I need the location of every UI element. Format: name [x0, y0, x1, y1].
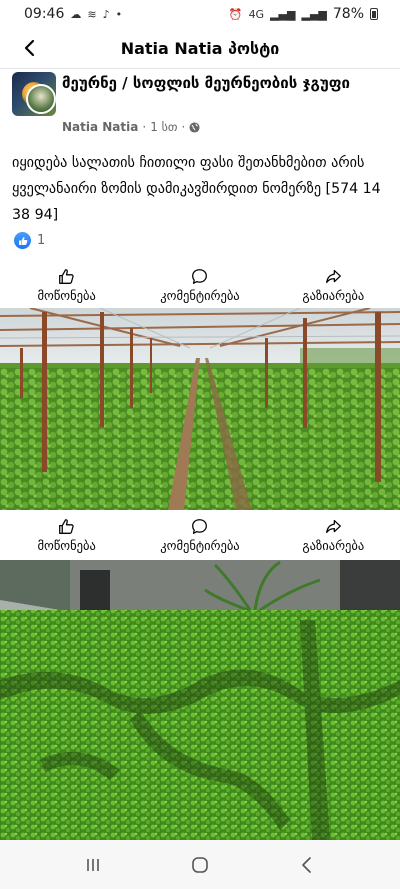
- nav-back-button[interactable]: [277, 845, 337, 885]
- like-reaction-icon: [14, 232, 31, 249]
- globe-icon: [189, 121, 200, 133]
- group-name-link[interactable]: მეურნე / სოფლის მეურნეობის ჯგუფი: [62, 72, 362, 94]
- recent-apps-icon: [87, 858, 100, 871]
- home-button[interactable]: [170, 845, 230, 885]
- comment-label: კომენტირება: [160, 287, 240, 303]
- notification-dot-icon: •: [115, 7, 123, 21]
- post-body-text: იყიდება სალათის ჩითილი ფასი შეთანხმებით …: [12, 155, 381, 223]
- meta-separator-2: ·: [181, 120, 186, 134]
- app-header: Natia Natia პოსტი: [0, 28, 400, 68]
- like-label: მოწონება: [37, 287, 96, 303]
- like-button[interactable]: მოწონება: [2, 262, 132, 308]
- photo-share-label: გაზიარება: [302, 537, 365, 553]
- photo-like-button[interactable]: მოწონება: [2, 512, 132, 558]
- cloud-icon: ☁: [70, 7, 82, 21]
- share-arrow-icon: [325, 519, 341, 533]
- post-photo-greenhouse[interactable]: [0, 308, 400, 510]
- post-meta: Natia Natia · 1 სთ ·: [62, 120, 200, 134]
- page-title: Natia Natia პოსტი: [120, 38, 280, 58]
- author-avatar[interactable]: [26, 84, 56, 114]
- home-icon: [192, 856, 208, 873]
- reaction-summary[interactable]: 1: [14, 232, 45, 249]
- photo-comment-label: კომენტირება: [160, 537, 240, 553]
- header-divider: [0, 68, 400, 69]
- thumbs-up-icon: [59, 268, 74, 284]
- author-name-link[interactable]: Natia Natia: [62, 120, 138, 134]
- photo-share-button[interactable]: გაზიარება: [268, 512, 398, 558]
- post-time[interactable]: 1 სთ: [150, 120, 177, 134]
- comment-bubble-icon: [192, 268, 208, 284]
- back-button[interactable]: [14, 32, 46, 64]
- post-header: მეურნე / სოფლის მეურნეობის ჯგუფი Natia N…: [12, 72, 392, 142]
- wifi-calling-icon: ≋: [87, 7, 97, 21]
- comment-bubble-icon: [192, 518, 208, 534]
- signal-icon: ▂▄▆: [270, 7, 296, 21]
- battery-icon: [370, 8, 378, 20]
- photo-like-label: მოწონება: [37, 537, 96, 553]
- photo-comment-button[interactable]: კომენტირება: [135, 512, 265, 558]
- status-bar: 09:46 ☁ ≋ ♪ • ⏰ 4G ▂▄▆ ▂▄▆ 78%: [0, 0, 400, 28]
- share-label: გაზიარება: [302, 287, 365, 303]
- system-nav-bar: [0, 840, 400, 889]
- nav-back-icon: [301, 856, 311, 873]
- share-button[interactable]: გაზიარება: [268, 262, 398, 308]
- meta-separator: ·: [142, 120, 147, 134]
- share-arrow-icon: [325, 269, 341, 283]
- back-arrow-icon: [24, 39, 35, 57]
- photo-action-bar: მოწონება კომენტირება გაზიარება: [0, 512, 400, 558]
- tiktok-icon: ♪: [102, 7, 110, 21]
- post-photo-seedlings[interactable]: [0, 560, 400, 840]
- alarm-icon: ⏰: [228, 7, 243, 21]
- post-action-bar: მოწონება კომენტირება გაზიარება: [0, 262, 400, 308]
- recent-apps-button[interactable]: [63, 845, 123, 885]
- status-time: 09:46: [24, 6, 65, 22]
- network-type: 4G: [248, 7, 265, 21]
- signal-icon-2: ▂▄▆: [301, 7, 327, 21]
- battery-percent: 78%: [332, 6, 364, 22]
- comment-button[interactable]: კომენტირება: [135, 262, 265, 308]
- reaction-count: 1: [37, 233, 46, 248]
- thumbs-up-icon: [59, 518, 74, 534]
